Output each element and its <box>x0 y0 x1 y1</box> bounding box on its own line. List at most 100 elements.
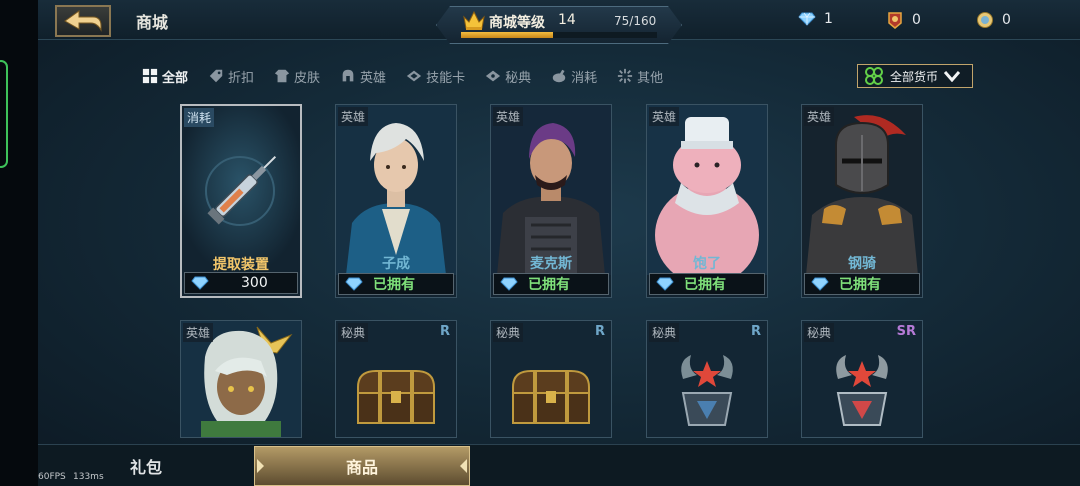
hero-portrait-chef <box>647 105 767 275</box>
filter-hero[interactable]: 英雄 <box>340 67 386 86</box>
page-title: 商城 <box>136 13 169 32</box>
shop-level-progress-text: 75/160 <box>614 14 657 28</box>
shop-item-card[interactable]: 英雄 麦克斯 已拥有 <box>490 104 612 298</box>
shop-item-card[interactable]: 秘典 R <box>490 320 612 438</box>
item-category-tag: 英雄 <box>804 107 835 126</box>
fps-counter: 60FPS <box>38 472 66 482</box>
rarity-badge: R <box>750 324 761 339</box>
item-category-tag: 秘典 <box>338 323 369 342</box>
item-price: 已拥有 <box>338 273 454 295</box>
rarity-badge: R <box>439 324 450 339</box>
item-category-tag: 英雄 <box>493 107 524 126</box>
shirt-icon <box>274 69 290 83</box>
item-art <box>182 106 300 276</box>
shop-level-progress-bar <box>461 32 657 38</box>
gold-coin-currency: 0 <box>976 11 1011 29</box>
shop-item-card[interactable]: 秘典 R <box>335 320 457 438</box>
back-arrow-icon <box>64 10 102 32</box>
item-owned-status: 已拥有 <box>373 277 415 293</box>
hero-coin-count: 0 <box>912 12 921 28</box>
tag-icon <box>209 69 223 83</box>
helmet-icon <box>342 69 354 82</box>
crown-icon <box>463 10 485 30</box>
rarity-badge: R <box>594 324 605 339</box>
diamond-icon <box>656 277 674 291</box>
chevron-down-icon <box>944 71 961 82</box>
item-category-tag: 英雄 <box>649 107 680 126</box>
diamond-icon <box>345 277 363 291</box>
filter-discount[interactable]: 折扣 <box>208 67 254 86</box>
diamond-icon <box>798 12 816 26</box>
item-category-tag: 秘典 <box>649 323 680 342</box>
book-icon <box>485 70 501 82</box>
diamond-icon <box>811 277 829 291</box>
filter-all[interactable]: 全部 <box>142 67 188 86</box>
shop-level-label: 商城等级 <box>489 15 545 31</box>
syringe-icon <box>182 106 300 276</box>
hero-portrait-knight <box>802 105 922 275</box>
clover-icon <box>865 67 883 85</box>
sparkle-icon <box>617 68 633 84</box>
currency-filter-dropdown[interactable]: 全部货币 <box>857 64 973 88</box>
grid-icon <box>142 68 158 84</box>
filter-skin[interactable]: 皮肤 <box>274 67 320 86</box>
diamond-icon <box>191 276 209 290</box>
item-price: 已拥有 <box>804 273 920 295</box>
item-name: 提取装置 <box>213 257 269 273</box>
shop-item-card[interactable]: 英雄 钢骑 已拥有 <box>801 104 923 298</box>
item-category-tag: 英雄 <box>183 323 214 342</box>
hero-coin-currency: 0 <box>886 11 921 29</box>
frame-time: 133ms <box>73 472 104 482</box>
filter-codex[interactable]: 秘典 <box>485 67 531 86</box>
item-price: 已拥有 <box>493 273 609 295</box>
item-category-tag: 秘典 <box>804 323 835 342</box>
shop-item-card[interactable]: 消耗 提取装置 300 <box>180 104 302 298</box>
shop-level-value: 14 <box>558 12 576 28</box>
hero-portrait-max <box>491 105 611 275</box>
category-filter-bar: 全部 折扣 皮肤 英雄 技能卡 秘典 消耗 其他 <box>142 64 683 88</box>
shop-item-card[interactable]: 英雄 <box>180 320 302 438</box>
shop-item-card[interactable]: 英雄 子成 已拥有 <box>335 104 457 298</box>
diamond-count: 1 <box>824 11 833 27</box>
item-category-tag: 秘典 <box>493 323 524 342</box>
item-name: 子成 <box>382 256 410 272</box>
item-price-value: 300 <box>241 275 268 291</box>
tab-gift-pack[interactable]: 礼包 <box>130 454 162 478</box>
back-button[interactable] <box>55 5 111 37</box>
item-art <box>647 105 767 275</box>
hero-coin-icon <box>888 12 902 29</box>
side-handle[interactable] <box>0 60 8 168</box>
gold-coin-icon <box>977 12 993 28</box>
item-name: 钢骑 <box>848 256 876 272</box>
item-category-tag: 消耗 <box>184 108 215 127</box>
item-art <box>336 105 456 275</box>
hero-portrait-zicheng <box>336 105 456 275</box>
card-icon <box>406 70 422 82</box>
item-name: 饱了 <box>693 256 721 272</box>
item-art <box>802 105 922 275</box>
item-owned-status: 已拥有 <box>839 277 881 293</box>
shop-item-card[interactable]: 英雄 饱了 已拥有 <box>646 104 768 298</box>
filter-consumable[interactable]: 消耗 <box>551 67 597 86</box>
item-price: 已拥有 <box>649 273 765 295</box>
currency-filter-label: 全部货币 <box>890 69 939 84</box>
item-category-tag: 英雄 <box>338 107 369 126</box>
item-art <box>491 105 611 275</box>
item-owned-status: 已拥有 <box>684 277 726 293</box>
rarity-badge: SR <box>896 324 916 339</box>
tab-goods-label: 商品 <box>345 458 378 477</box>
diamond-icon <box>500 277 518 291</box>
diamond-currency: 1 <box>798 11 833 27</box>
tab-goods[interactable]: 商品 <box>254 446 470 486</box>
shop-item-card[interactable]: 秘典 R <box>646 320 768 438</box>
bottom-tab-bar <box>38 444 1080 486</box>
item-name: 麦克斯 <box>530 256 572 272</box>
potion-icon <box>552 69 566 83</box>
filter-skill-card[interactable]: 技能卡 <box>406 67 465 86</box>
gold-coin-count: 0 <box>1002 12 1011 28</box>
shop-item-card[interactable]: 秘典 SR <box>801 320 923 438</box>
filter-other[interactable]: 其他 <box>617 67 663 86</box>
item-owned-status: 已拥有 <box>528 277 570 293</box>
item-price: 300 <box>184 272 298 294</box>
shop-level-progress-fill <box>461 32 554 38</box>
